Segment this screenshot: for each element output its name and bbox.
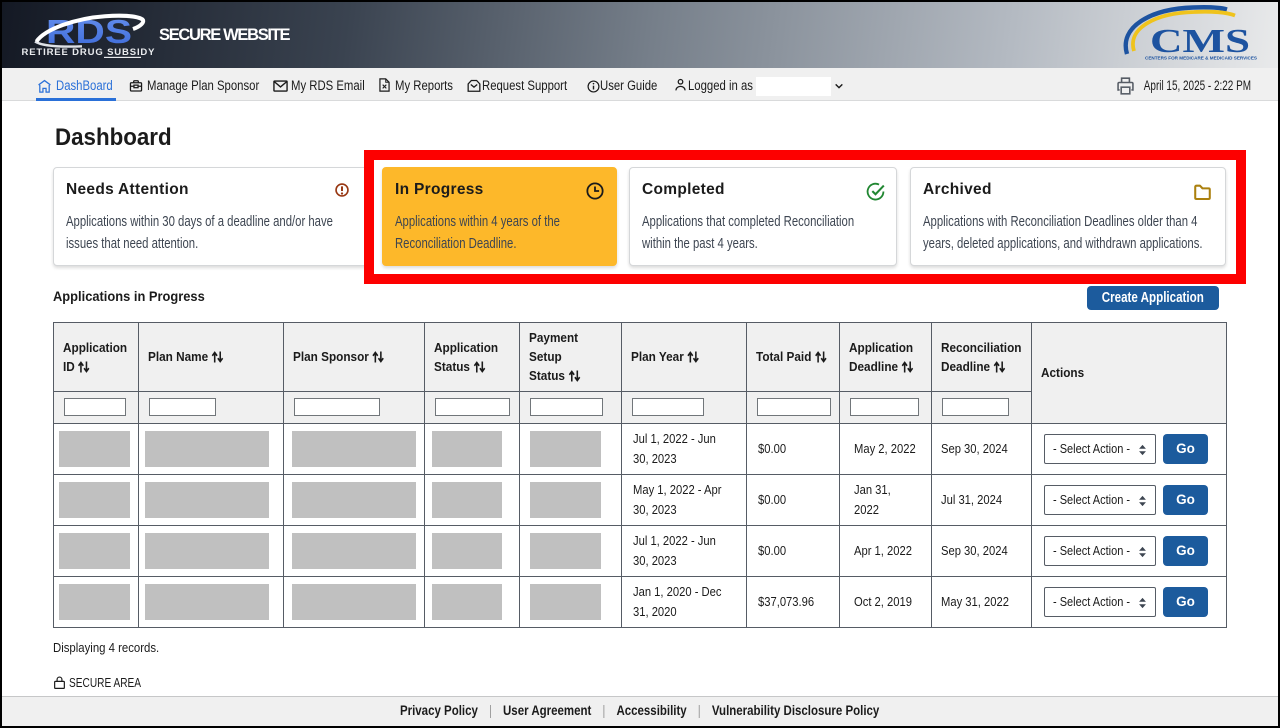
svg-text:SECURE WEBSITE: SECURE WEBSITE xyxy=(159,26,291,44)
svg-text:CMS: CMS xyxy=(1150,23,1250,60)
svg-text:RETIREE DRUG SUBSIDY: RETIREE DRUG SUBSIDY xyxy=(22,47,156,58)
svg-text:CENTERS FOR MEDICARE & MEDICAI: CENTERS FOR MEDICARE & MEDICAID SERVICES xyxy=(1145,56,1258,62)
